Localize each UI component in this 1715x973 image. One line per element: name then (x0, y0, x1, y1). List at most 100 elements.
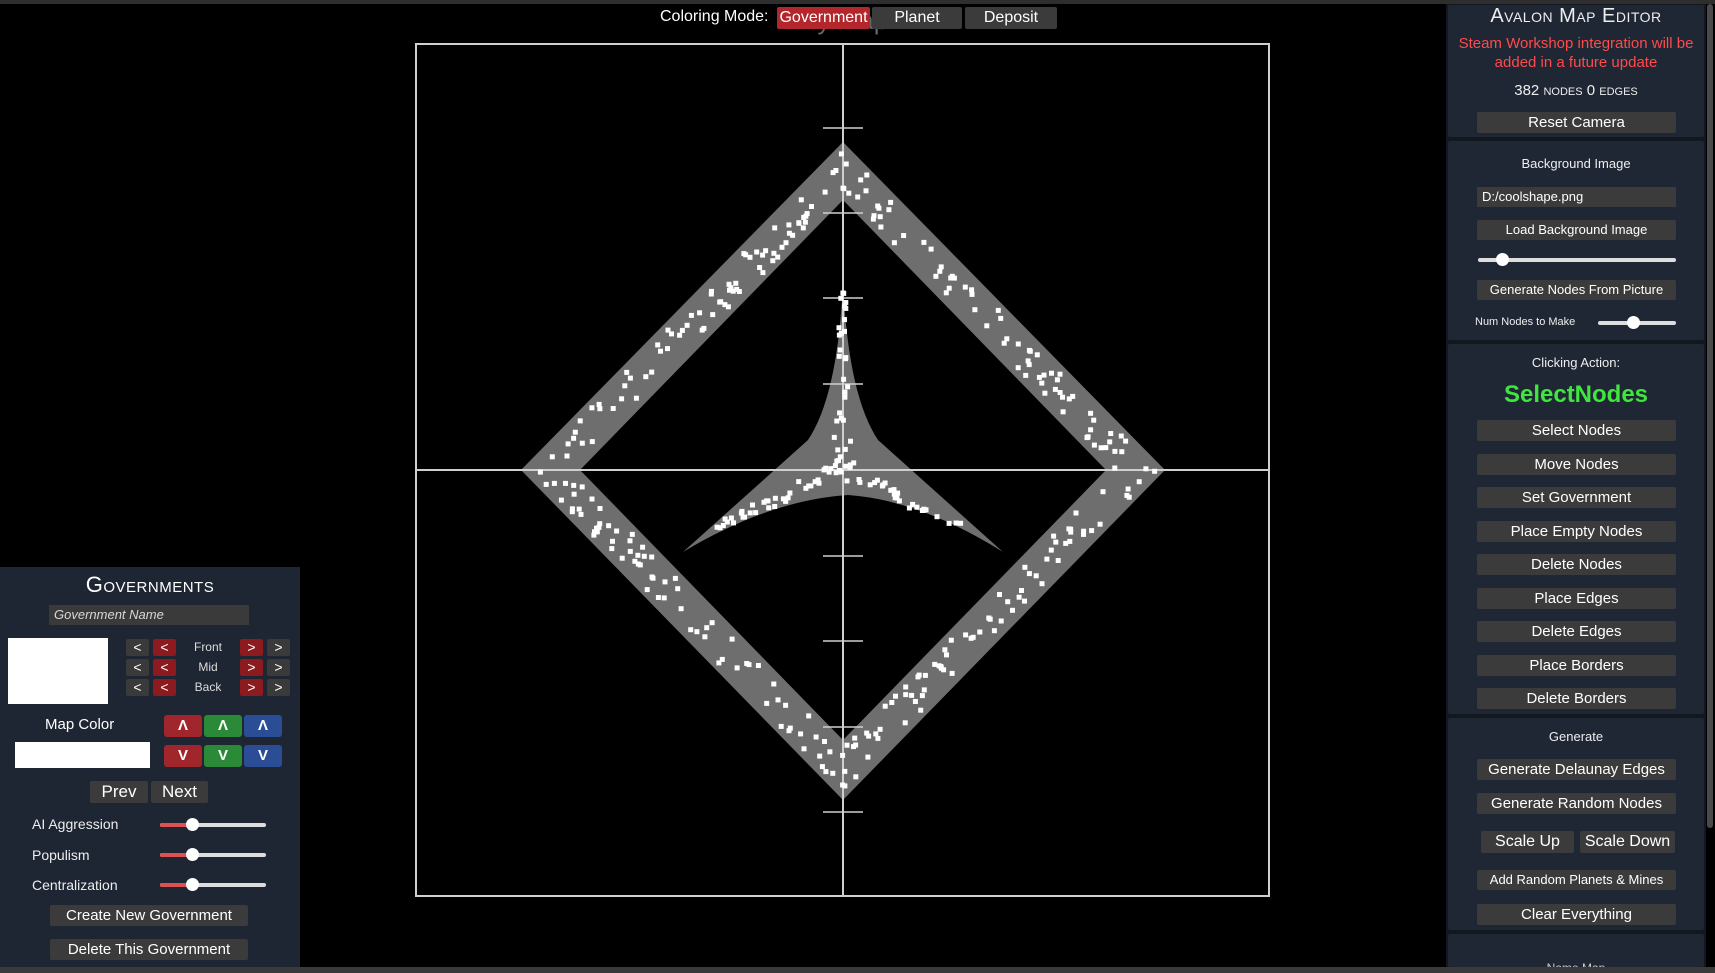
create-new-government-button[interactable]: Create New Government (50, 905, 248, 926)
action-delete-edges-button[interactable]: Delete Edges (1477, 621, 1676, 642)
back-layer-next-button[interactable]: > (240, 679, 263, 696)
coloring-mode-government-button[interactable]: Government (777, 7, 870, 29)
populism-slider[interactable] (160, 848, 266, 861)
map-node (589, 439, 595, 445)
num-nodes-slider[interactable] (1598, 316, 1676, 329)
background-opacity-slider[interactable] (1478, 253, 1676, 266)
action-place-edges-button[interactable]: Place Edges (1477, 587, 1676, 609)
map-node (1060, 409, 1066, 415)
map-node (764, 700, 770, 706)
map-node (864, 730, 870, 736)
map-node (841, 186, 847, 192)
ai-aggression-slider[interactable] (160, 818, 266, 831)
action-place-empty-nodes-button[interactable]: Place Empty Nodes (1477, 520, 1676, 542)
map-node (970, 634, 976, 640)
map-node (571, 491, 577, 497)
map-node (946, 520, 952, 526)
map-color-field[interactable] (15, 742, 150, 768)
scale-up-button[interactable]: Scale Up (1481, 831, 1574, 853)
map-node (815, 477, 821, 483)
map-node (688, 312, 694, 318)
map-node (1125, 486, 1131, 492)
action-delete-borders-button[interactable]: Delete Borders (1477, 688, 1676, 709)
map-node (1034, 352, 1040, 358)
front-layer-prev-button[interactable]: < (153, 639, 176, 656)
map-node (704, 625, 710, 631)
blue-up-button[interactable]: Λ (244, 715, 282, 737)
map-node (962, 284, 968, 290)
background-opacity-slider-knob[interactable] (1495, 253, 1509, 266)
coloring-mode-label: Coloring Mode: (660, 8, 769, 25)
map-node (1085, 434, 1091, 440)
green-up-button[interactable]: Λ (204, 715, 242, 737)
next-government-button[interactable]: Next (151, 781, 208, 803)
scale-down-button[interactable]: Scale Down (1580, 831, 1675, 853)
editor-scrollbar[interactable] (1707, 4, 1713, 828)
map-node (1022, 598, 1027, 604)
map-node (837, 347, 843, 353)
action-move-nodes-button[interactable]: Move Nodes (1477, 453, 1676, 475)
back-layer-prev-button[interactable]: < (153, 679, 176, 696)
centralization-slider[interactable] (160, 878, 266, 891)
map-node (801, 746, 807, 752)
map-node (543, 481, 549, 487)
mid-layer-next-fast-button[interactable]: > (267, 659, 290, 676)
action-set-government-button[interactable]: Set Government (1477, 487, 1676, 508)
map-node (1039, 581, 1045, 587)
back-layer-prev-fast-button[interactable]: < (126, 679, 149, 696)
action-select-nodes-button[interactable]: Select Nodes (1477, 420, 1676, 441)
num-nodes-slider-knob[interactable] (1627, 316, 1641, 329)
map-node (641, 553, 647, 559)
reset-camera-button[interactable]: Reset Camera (1477, 112, 1676, 133)
green-down-button[interactable]: V (204, 745, 242, 767)
map-node (842, 446, 848, 452)
add-random-planets-mines-button[interactable]: Add Random Planets & Mines (1477, 870, 1676, 890)
clear-everything-button[interactable]: Clear Everything (1477, 904, 1676, 925)
map-node (551, 480, 557, 486)
red-up-button[interactable]: Λ (164, 715, 202, 737)
map-node (903, 684, 909, 690)
mid-layer-prev-button[interactable]: < (153, 659, 176, 676)
back-layer-next-fast-button[interactable]: > (267, 679, 290, 696)
map-node (722, 516, 728, 522)
generate-nodes-from-picture-button[interactable]: Generate Nodes From Picture (1477, 280, 1676, 300)
delete-this-government-button[interactable]: Delete This Government (50, 939, 248, 960)
centralization-slider-knob[interactable] (185, 878, 199, 891)
coloring-mode-deposit-button[interactable]: Deposit (965, 7, 1057, 29)
map-node (1049, 370, 1054, 376)
background-image-path-input[interactable]: D:/coolshape.png (1477, 187, 1676, 207)
action-delete-nodes-button[interactable]: Delete Nodes (1477, 554, 1676, 575)
map-node (734, 665, 740, 671)
map-node (624, 369, 630, 375)
map-node (998, 315, 1004, 321)
prev-government-button[interactable]: Prev (90, 781, 148, 803)
government-name-input[interactable]: Government Name (49, 605, 249, 625)
map-node (665, 327, 671, 333)
red-down-button[interactable]: V (164, 745, 202, 767)
front-layer-next-fast-button[interactable]: > (267, 639, 290, 656)
populism-slider-knob[interactable] (185, 848, 199, 861)
generate-random-nodes-button[interactable]: Generate Random Nodes (1477, 793, 1676, 814)
load-background-image-button[interactable]: Load Background Image (1477, 220, 1676, 240)
generate-section (1448, 718, 1704, 930)
map-node (632, 558, 638, 564)
mid-layer-next-button[interactable]: > (240, 659, 263, 676)
map-node (1088, 427, 1094, 433)
coloring-mode-planet-button[interactable]: Planet (872, 7, 962, 29)
generate-delaunay-edges-button[interactable]: Generate Delaunay Edges (1477, 759, 1676, 780)
front-layer-label: Front (193, 640, 222, 654)
map-node (932, 661, 938, 667)
map-node (655, 595, 661, 600)
map-node (838, 295, 844, 301)
map-node (1081, 531, 1086, 537)
action-place-borders-button[interactable]: Place Borders (1477, 654, 1676, 676)
map-node (1091, 442, 1097, 448)
mid-layer-prev-fast-button[interactable]: < (126, 659, 149, 676)
front-layer-prev-fast-button[interactable]: < (126, 639, 149, 656)
map-node (946, 285, 952, 291)
front-layer-next-button[interactable]: > (240, 639, 263, 656)
ai-aggression-slider-knob[interactable] (185, 818, 199, 831)
map-node (942, 647, 948, 653)
blue-down-button[interactable]: V (244, 745, 282, 767)
map-node (753, 510, 759, 516)
